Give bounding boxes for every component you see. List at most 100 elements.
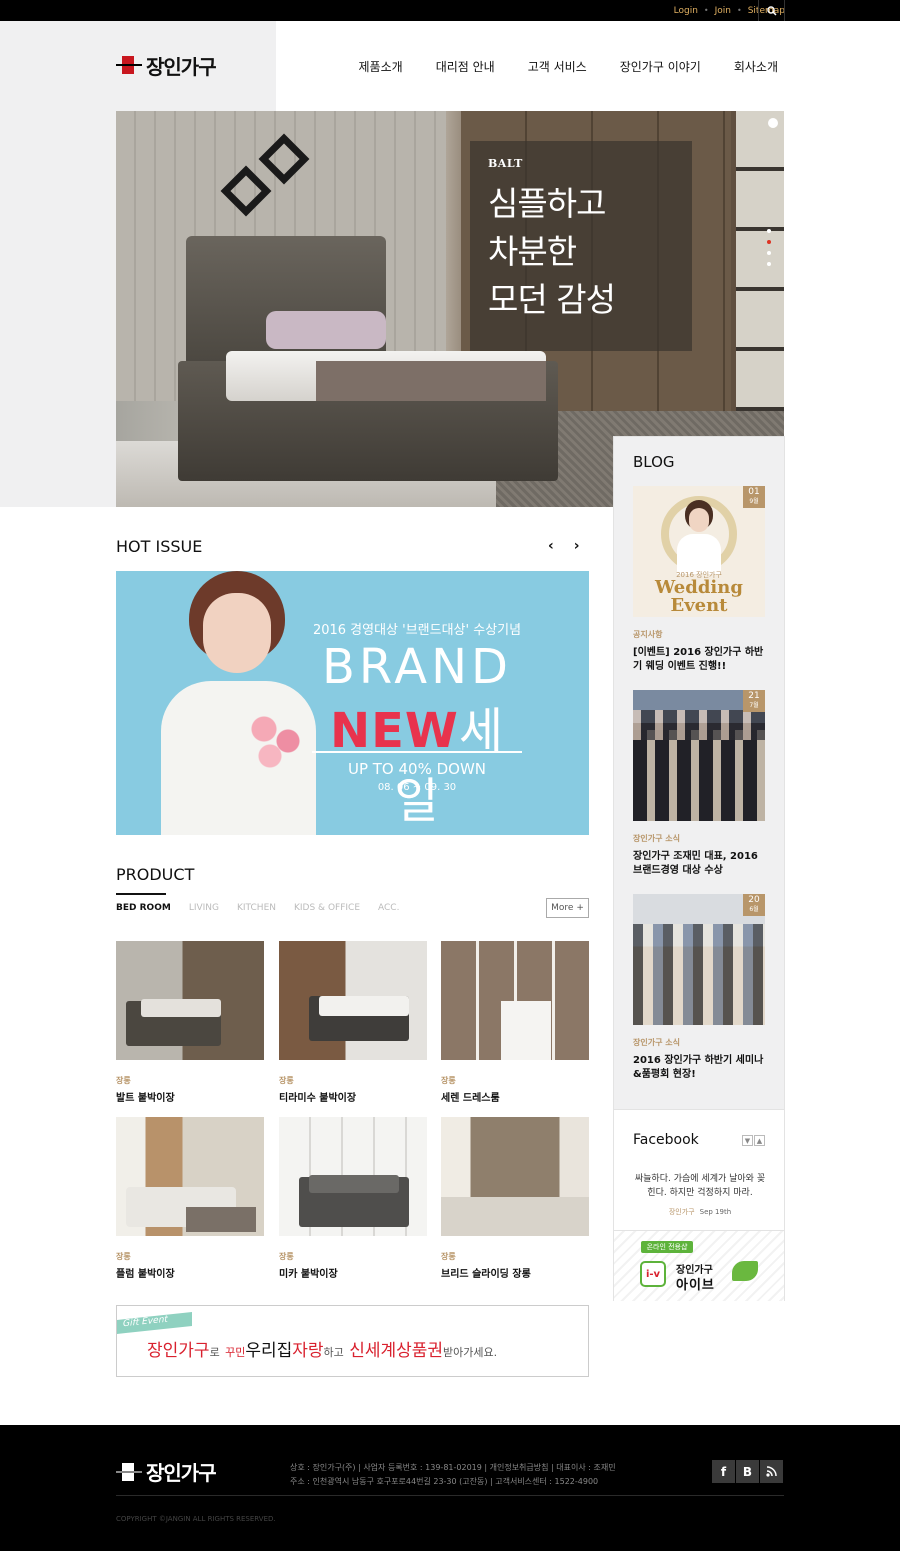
product-name[interactable]: 브리드 슬라이딩 장롱 — [441, 1265, 589, 1280]
product-thumbnail[interactable] — [116, 941, 264, 1060]
product-thumbnail[interactable] — [441, 941, 589, 1060]
product-name[interactable]: 발트 붙박이장 — [116, 1089, 264, 1104]
tab-kids-office[interactable]: KIDS & OFFICE — [294, 903, 360, 913]
social-links: f B — [712, 1460, 783, 1483]
facebook-title: Facebook — [633, 1132, 699, 1148]
gift-text-part: 하고 — [323, 1346, 344, 1359]
nav-item-story[interactable]: 장인가구 이야기 — [620, 58, 701, 75]
hero-line: 모던 감성 — [488, 280, 616, 319]
model-image — [151, 571, 316, 835]
product-card[interactable]: 장롱 티라미수 붙박이장 — [279, 941, 427, 1104]
date-month: 6월 — [749, 906, 759, 913]
chevron-up-icon[interactable]: ▲ — [754, 1135, 765, 1146]
product-card[interactable]: 장롱 플럼 붙박이장 — [116, 1117, 264, 1280]
slider-dot[interactable] — [767, 262, 771, 266]
logo-mark-icon — [116, 1461, 142, 1483]
footer-logo[interactable]: 장인가구 — [116, 1457, 217, 1486]
nav-item-company[interactable]: 회사소개 — [734, 58, 778, 75]
blog-item-title[interactable]: 2016 장인가구 하반기 세미나&품평회 현장! — [633, 1054, 765, 1082]
tab-kitchen[interactable]: KITCHEN — [237, 903, 276, 913]
facebook-controls: ▼ ▲ — [742, 1135, 765, 1146]
product-card[interactable]: 장롱 발트 붙박이장 — [116, 941, 264, 1104]
main-navigation: 제품소개 대리점 안내 고객 서비스 장인가구 이야기 회사소개 — [359, 58, 778, 75]
slider-dot[interactable] — [767, 251, 771, 255]
product-name[interactable]: 플럼 붙박이장 — [116, 1265, 264, 1280]
ive-line2: 아이브 — [676, 1278, 715, 1293]
product-category: 장롱 — [116, 1252, 131, 1261]
blog-thumbnail[interactable]: 2016 장인가구 Wedding Event 01 9월 — [633, 486, 765, 617]
blog-item-title[interactable]: 장인가구 조재민 대표, 2016 브랜드경영 대상 수상 — [633, 850, 765, 878]
product-category: 장롱 — [279, 1076, 294, 1085]
blog-thumbnail[interactable]: 20 6월 — [633, 894, 765, 1025]
facebook-icon[interactable]: f — [712, 1460, 735, 1483]
tab-acc[interactable]: ACC. — [378, 903, 399, 913]
hero-caption: BALT 심플하고 차분한 모던 감성 — [470, 141, 692, 351]
blog-item-title[interactable]: [이벤트] 2016 장인가구 하반기 웨딩 이벤트 진행!! — [633, 646, 765, 674]
tab-bed-room[interactable]: BED ROOM — [116, 903, 171, 913]
slider-play-indicator[interactable] — [768, 118, 778, 128]
site-logo[interactable]: 장인가구 — [116, 53, 217, 79]
product-card[interactable]: 장롱 브리드 슬라이딩 장롱 — [441, 1117, 589, 1280]
product-name[interactable]: 세렌 드레스룸 — [441, 1089, 589, 1104]
chevron-left-icon[interactable]: ‹ — [548, 538, 554, 554]
rss-icon[interactable] — [760, 1460, 783, 1483]
product-thumbnail[interactable] — [441, 1117, 589, 1236]
tab-living[interactable]: LIVING — [189, 903, 219, 913]
product-card[interactable]: 장롱 미카 붙박이장 — [279, 1117, 427, 1280]
date-day: 01 — [748, 487, 760, 497]
chevron-right-icon[interactable]: › — [574, 538, 580, 554]
banner-brand-text: BRAND — [321, 639, 513, 695]
gift-event-banner[interactable]: Gift Event 장인가구로 꾸민우리집자랑하고 신세계상품권받아가세요. — [116, 1305, 589, 1377]
nav-item-dealers[interactable]: 대리점 안내 — [436, 58, 495, 75]
product-tabs: BED ROOM LIVING KITCHEN KIDS & OFFICE AC… — [116, 903, 399, 913]
product-card[interactable]: 장롱 세렌 드레스룸 — [441, 941, 589, 1104]
product-thumbnail[interactable] — [279, 941, 427, 1060]
slider-dot-active[interactable] — [767, 240, 771, 244]
product-name[interactable]: 티라미수 붙박이장 — [279, 1089, 427, 1104]
product-category: 장롱 — [116, 1076, 131, 1085]
footer-logo-text: 장인가구 — [146, 1461, 217, 1485]
logo-mark-icon — [116, 54, 142, 76]
nav-item-products[interactable]: 제품소개 — [359, 58, 403, 75]
login-link[interactable]: Login — [674, 6, 698, 16]
company-info: 상호 : 장인가구(주) | 사업자 등록번호 : 139-81-02019 |… — [290, 1461, 616, 1489]
blog-item[interactable]: 21 7월 장인가구 소식 장인가구 조재민 대표, 2016 브랜드경영 대상 … — [633, 690, 765, 878]
blog-category: 공지사항 — [633, 630, 663, 639]
product-category: 장롱 — [441, 1252, 456, 1261]
product-thumbnail[interactable] — [116, 1117, 264, 1236]
separator-dot: • — [703, 6, 709, 15]
product-category: 장롱 — [279, 1252, 294, 1261]
hot-issue-banner[interactable]: 2016 경영대상 '브랜드대상' 수상기념 BRAND NEW세일 UP TO… — [116, 571, 589, 835]
blog-item[interactable]: 2016 장인가구 Wedding Event 01 9월 공지사항 [이벤트] … — [633, 486, 765, 674]
date-month: 9월 — [749, 498, 759, 505]
slider-dot[interactable] — [767, 229, 771, 233]
product-thumbnail[interactable] — [279, 1117, 427, 1236]
blog-icon[interactable]: B — [736, 1460, 759, 1483]
date-badge: 21 7월 — [743, 690, 765, 712]
ive-shop-banner[interactable]: 온라인 전용샵 i-v 장인가구 아이브 — [614, 1230, 784, 1301]
gift-event-tag: Gift Event — [117, 1312, 192, 1334]
facebook-user[interactable]: 장인가구 — [669, 1208, 695, 1216]
chevron-down-icon[interactable]: ▼ — [742, 1135, 753, 1146]
blog-thumbnail[interactable]: 21 7월 — [633, 690, 765, 821]
gift-text-part: 자랑 — [292, 1341, 324, 1361]
gift-text-part: 로 — [209, 1346, 220, 1359]
nav-item-customer-service[interactable]: 고객 서비스 — [528, 58, 587, 75]
product-name[interactable]: 미카 붙박이장 — [279, 1265, 427, 1280]
search-button[interactable] — [758, 0, 785, 21]
date-badge: 20 6월 — [743, 894, 765, 916]
logo-text: 장인가구 — [146, 54, 217, 79]
blog-item[interactable]: 20 6월 장인가구 소식 2016 장인가구 하반기 세미나&품평회 현장! — [633, 894, 765, 1082]
more-button[interactable]: More + — [546, 898, 589, 918]
hot-issue-title: HOT ISSUE — [116, 537, 203, 556]
hero-throw — [316, 361, 546, 401]
site-footer: 장인가구 상호 : 장인가구(주) | 사업자 등록번호 : 139-81-02… — [0, 1425, 900, 1551]
wedding-event-label: Event — [670, 595, 728, 616]
footer-divider — [116, 1495, 784, 1496]
join-link[interactable]: Join — [715, 6, 731, 16]
facebook-post-meta: 장인가구 Sep 19th — [634, 1207, 766, 1217]
product-category: 장롱 — [441, 1076, 456, 1085]
copyright: COPYRIGHT ©JANGIN ALL RIGHTS RESERVED. — [116, 1515, 276, 1523]
slider-pagination — [767, 229, 773, 273]
hero-line: 심플하고 — [488, 184, 606, 223]
